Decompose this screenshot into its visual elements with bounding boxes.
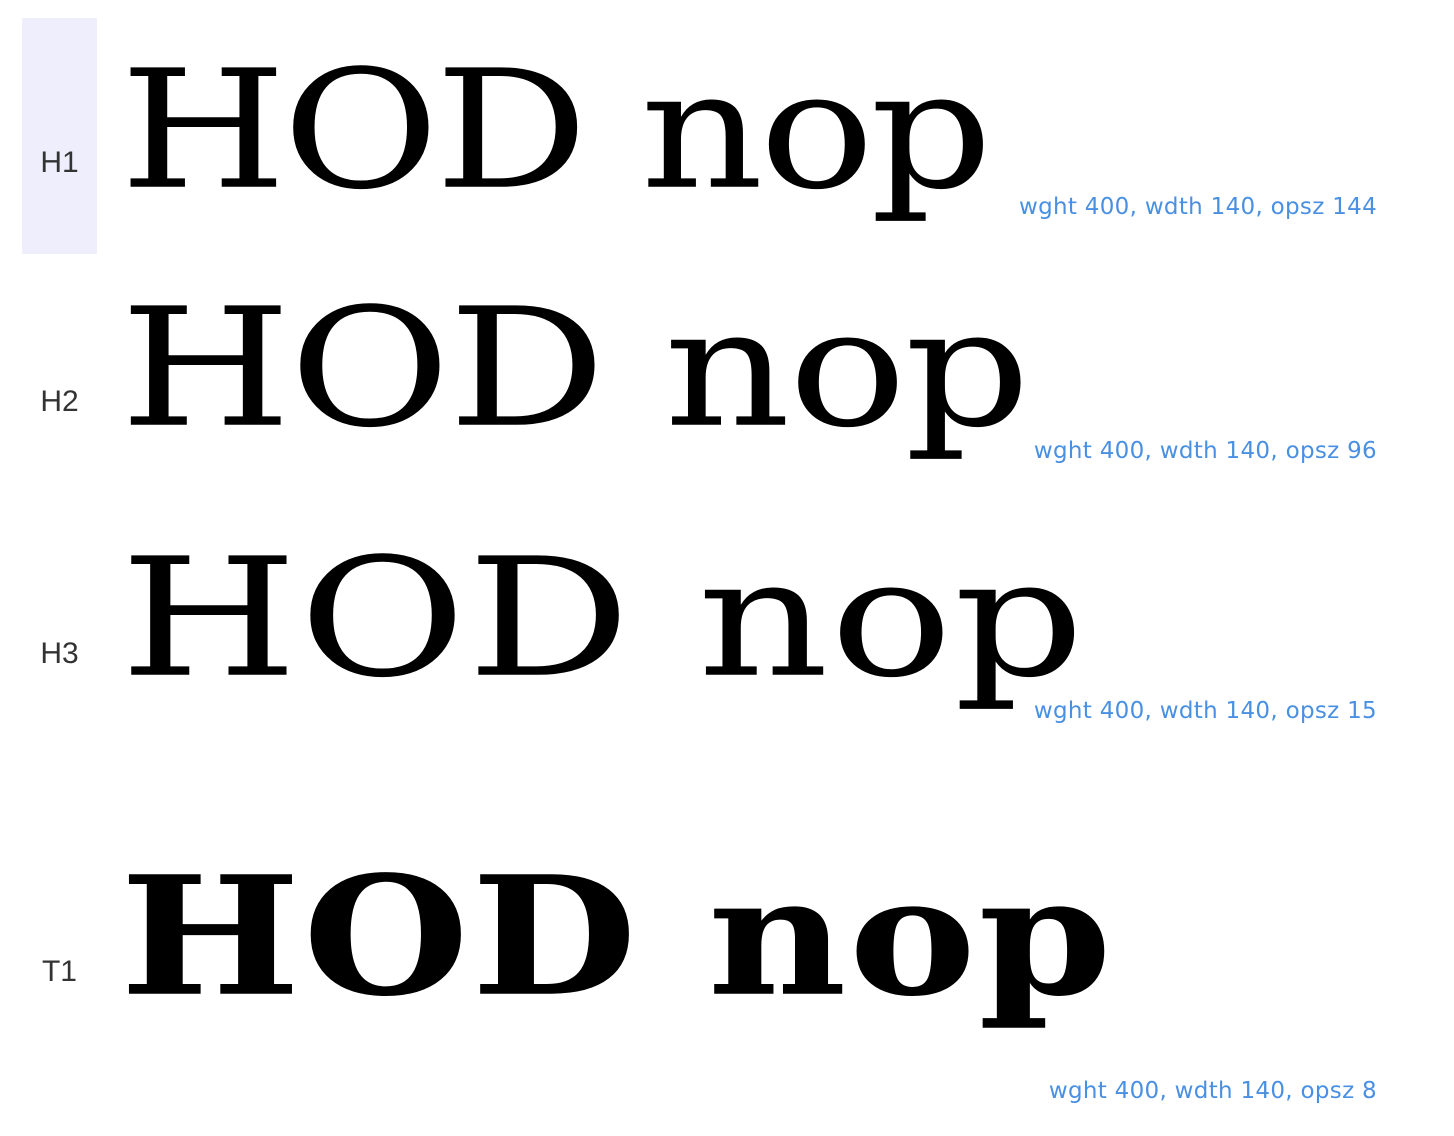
axes-label-h3: wght 400, wdth 140, opsz 15 xyxy=(1033,698,1377,724)
style-tag-h2[interactable]: H2 xyxy=(22,385,97,419)
axes-label-h1: wght 400, wdth 140, opsz 144 xyxy=(1018,194,1377,220)
axes-label-t1: wght 400, wdth 140, opsz 8 xyxy=(1048,1078,1377,1104)
style-tag-t1[interactable]: T1 xyxy=(22,955,97,989)
style-tag-h3[interactable]: H3 xyxy=(22,637,97,671)
sample-text-t1: HOD nop xyxy=(120,839,1115,1033)
style-tag-h1[interactable]: H1 xyxy=(22,18,97,254)
axes-label-h2: wght 400, wdth 140, opsz 96 xyxy=(1033,438,1377,464)
sample-text-h1: HOD nop xyxy=(120,34,993,226)
sample-text-h2: HOD nop xyxy=(120,272,1030,464)
sample-text-h3: HOD nop xyxy=(120,522,1086,714)
